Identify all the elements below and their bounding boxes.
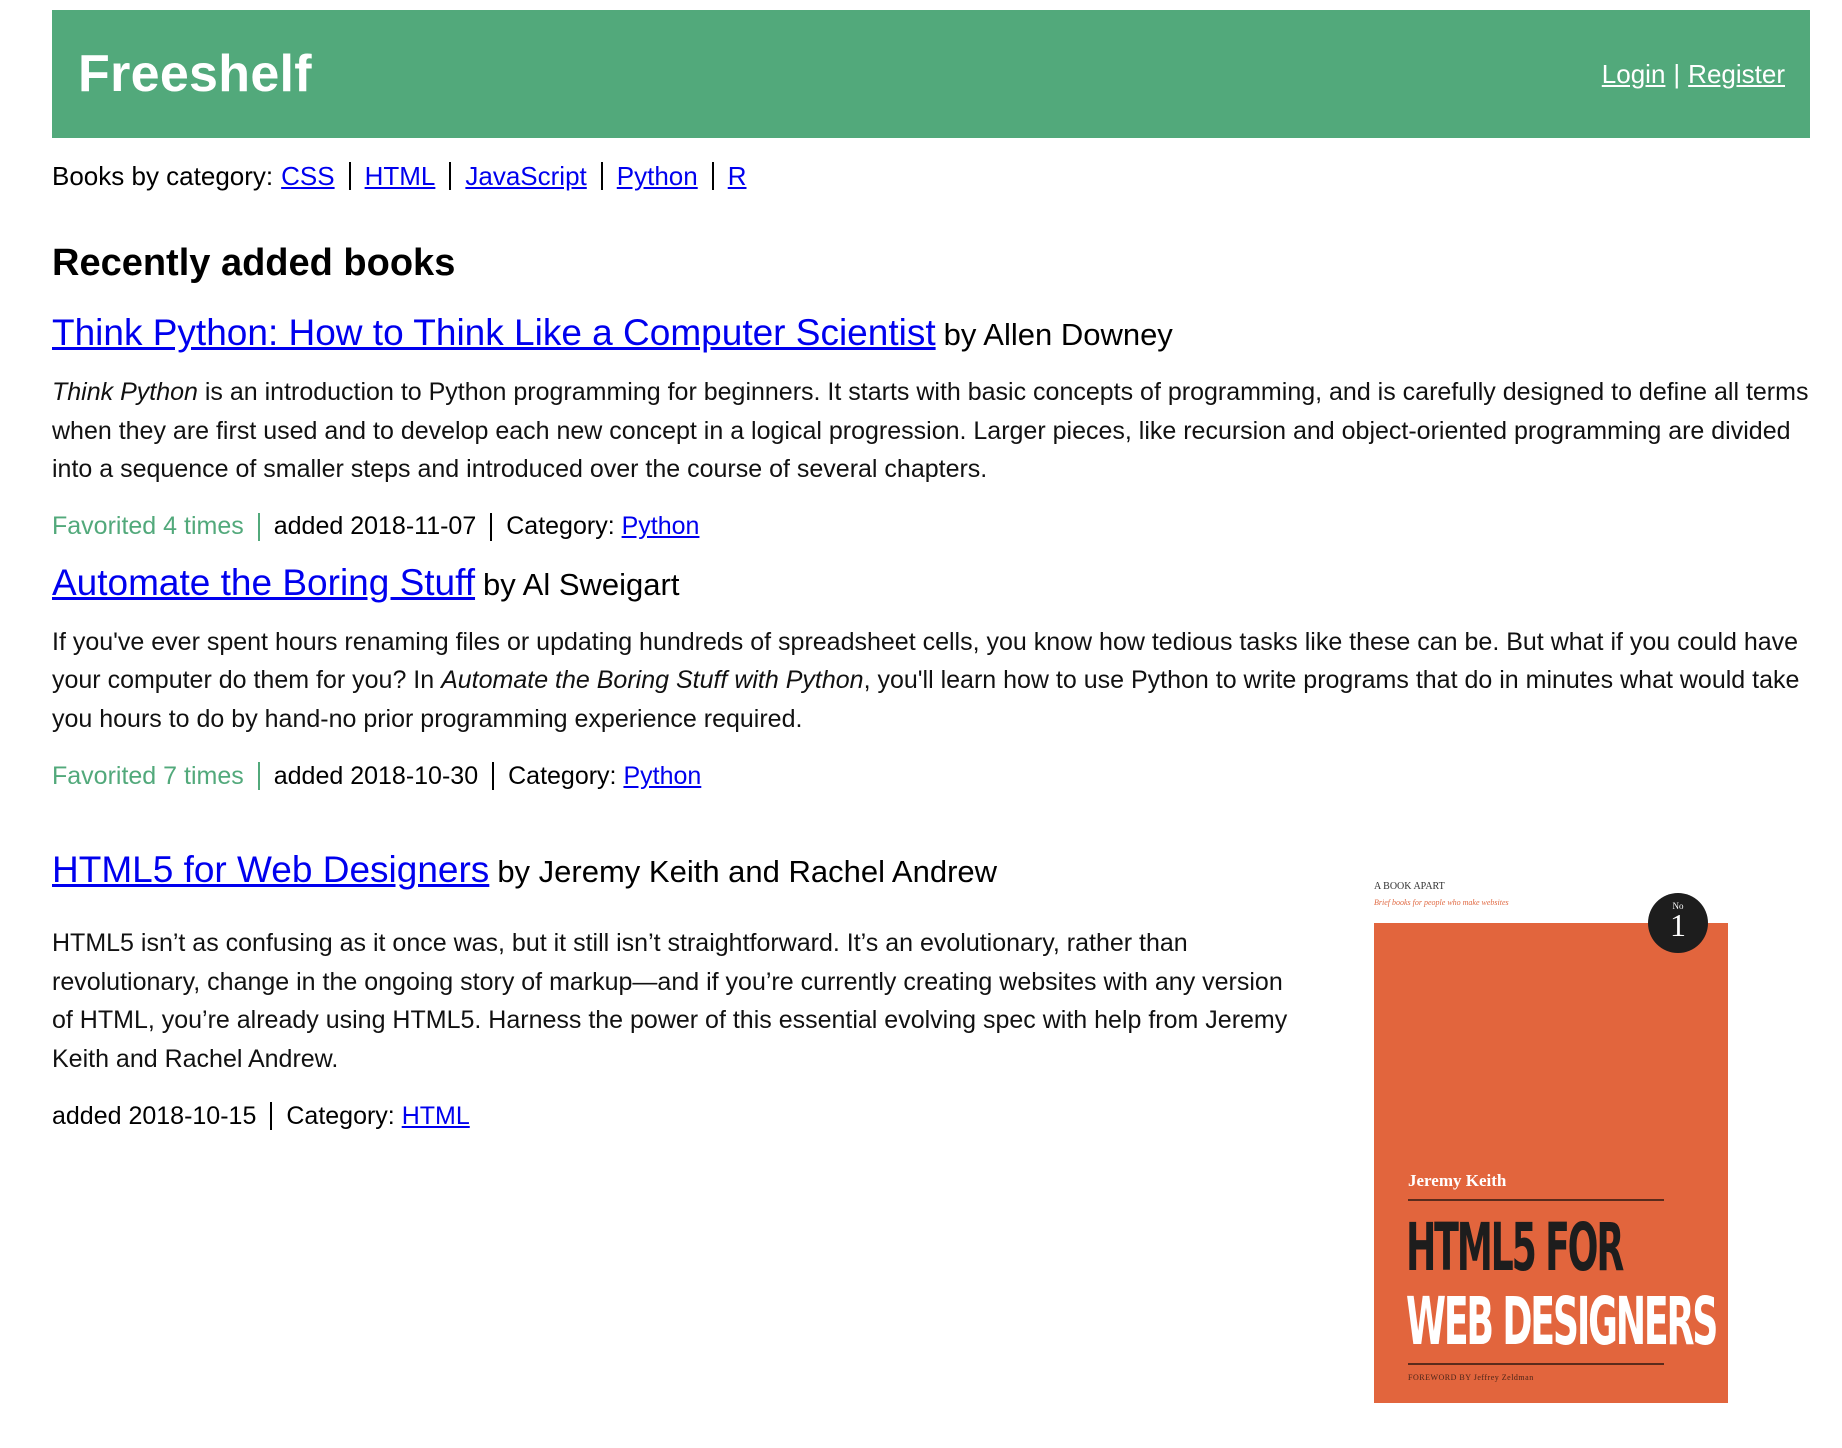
- book-entry: Automate the Boring Stuff by Al Sweigart …: [52, 558, 1810, 796]
- cover-rule-top: [1408, 1199, 1664, 1201]
- category-link-r[interactable]: R: [728, 161, 747, 192]
- book-category-link[interactable]: HTML: [402, 1102, 470, 1131]
- register-link[interactable]: Register: [1688, 59, 1785, 90]
- category-link-python[interactable]: Python: [617, 161, 698, 192]
- auth-divider: |: [1673, 58, 1681, 89]
- category-separator: [348, 162, 351, 190]
- cover-publisher: A BOOK APART Brief books for people who …: [1340, 873, 1700, 923]
- category-separator: [711, 162, 714, 190]
- book-entry: Think Python: How to Think Like a Comput…: [52, 308, 1810, 546]
- book-description-text: is an introduction to Python programming…: [52, 378, 1809, 483]
- added-date: added 2018-11-07: [273, 512, 477, 540]
- cover-title: HTML5 FOR WEB DESIGNERS: [1406, 1209, 1718, 1360]
- book-description-italic: Think Python: [52, 378, 198, 406]
- category-link-javascript[interactable]: JavaScript: [465, 161, 586, 192]
- book-description: Think Python is an introduction to Pytho…: [52, 373, 1810, 489]
- meta-separator: [492, 762, 495, 790]
- book-cover-image[interactable]: A BOOK APART Brief books for people who …: [1340, 873, 1728, 1403]
- book-category-link[interactable]: Python: [623, 762, 701, 791]
- cover-publisher-name: A BOOK APART: [1374, 881, 1445, 892]
- cover-title-line1: HTML5 FOR: [1406, 1209, 1624, 1286]
- favorite-count: Favorited 4 times: [52, 512, 244, 540]
- added-date: added 2018-10-15: [52, 1101, 257, 1130]
- cover-foreword: FOREWORD BY Jeffrey Zeldman: [1408, 1373, 1534, 1382]
- book-category-link[interactable]: Python: [622, 512, 700, 541]
- book-title-link[interactable]: Think Python: How to Think Like a Comput…: [52, 312, 936, 353]
- meta-separator: [490, 512, 493, 541]
- meta-separator: [270, 1102, 273, 1130]
- cover-rule-bottom: [1408, 1363, 1664, 1365]
- book-description: HTML5 isn’t as confusing as it once was,…: [52, 929, 1288, 1073]
- category-label: Category:: [506, 512, 615, 540]
- auth-links: Login | Register: [1602, 59, 1785, 90]
- book-title-link[interactable]: HTML5 for Web Designers: [52, 849, 489, 890]
- meta-separator: [257, 762, 260, 790]
- cover-number-badge: No 1: [1648, 893, 1708, 953]
- added-date: added 2018-10-30: [273, 761, 479, 790]
- cover-number: 1: [1670, 907, 1686, 943]
- site-header: Freeshelf Login | Register: [52, 10, 1810, 138]
- meta-separator: [257, 512, 260, 541]
- book-heading: Think Python: How to Think Like a Comput…: [52, 308, 1810, 361]
- book-author: by Al Sweigart: [483, 566, 680, 602]
- category-separator: [449, 162, 452, 190]
- category-link-html[interactable]: HTML: [365, 161, 436, 192]
- category-label: Category:: [286, 1101, 395, 1130]
- book-meta: Favorited 7 times added 2018-10-30 Categ…: [52, 757, 1810, 795]
- book-description: If you've ever spent hours renaming file…: [52, 623, 1810, 739]
- cover-author: Jeremy Keith: [1408, 1171, 1507, 1190]
- category-link-css[interactable]: CSS: [281, 161, 334, 192]
- book-title-link[interactable]: Automate the Boring Stuff: [52, 562, 475, 603]
- cover-panel: No 1 Jeremy Keith HTML5 FOR WEB DESIGNER…: [1374, 893, 1728, 1403]
- site-logo[interactable]: Freeshelf: [78, 44, 312, 104]
- book-heading: Automate the Boring Stuff by Al Sweigart: [52, 558, 1810, 611]
- book-description-italic: Automate the Boring Stuff with Python: [441, 666, 864, 694]
- section-title: Recently added books: [52, 242, 456, 284]
- category-separator: [600, 162, 603, 190]
- login-link[interactable]: Login: [1602, 59, 1666, 90]
- book-meta: Favorited 4 times added 2018-11-07 Categ…: [52, 508, 1810, 546]
- book-author: by Allen Downey: [943, 317, 1173, 352]
- cover-title-line2: WEB DESIGNERS: [1406, 1283, 1718, 1360]
- category-nav: Books by category: CSS HTML JavaScript P…: [52, 158, 1810, 194]
- favorite-count: Favorited 7 times: [52, 761, 244, 790]
- category-label: Category:: [508, 761, 617, 790]
- book-author: by Jeremy Keith and Rachel Andrew: [497, 854, 998, 889]
- category-nav-label: Books by category:: [52, 160, 274, 191]
